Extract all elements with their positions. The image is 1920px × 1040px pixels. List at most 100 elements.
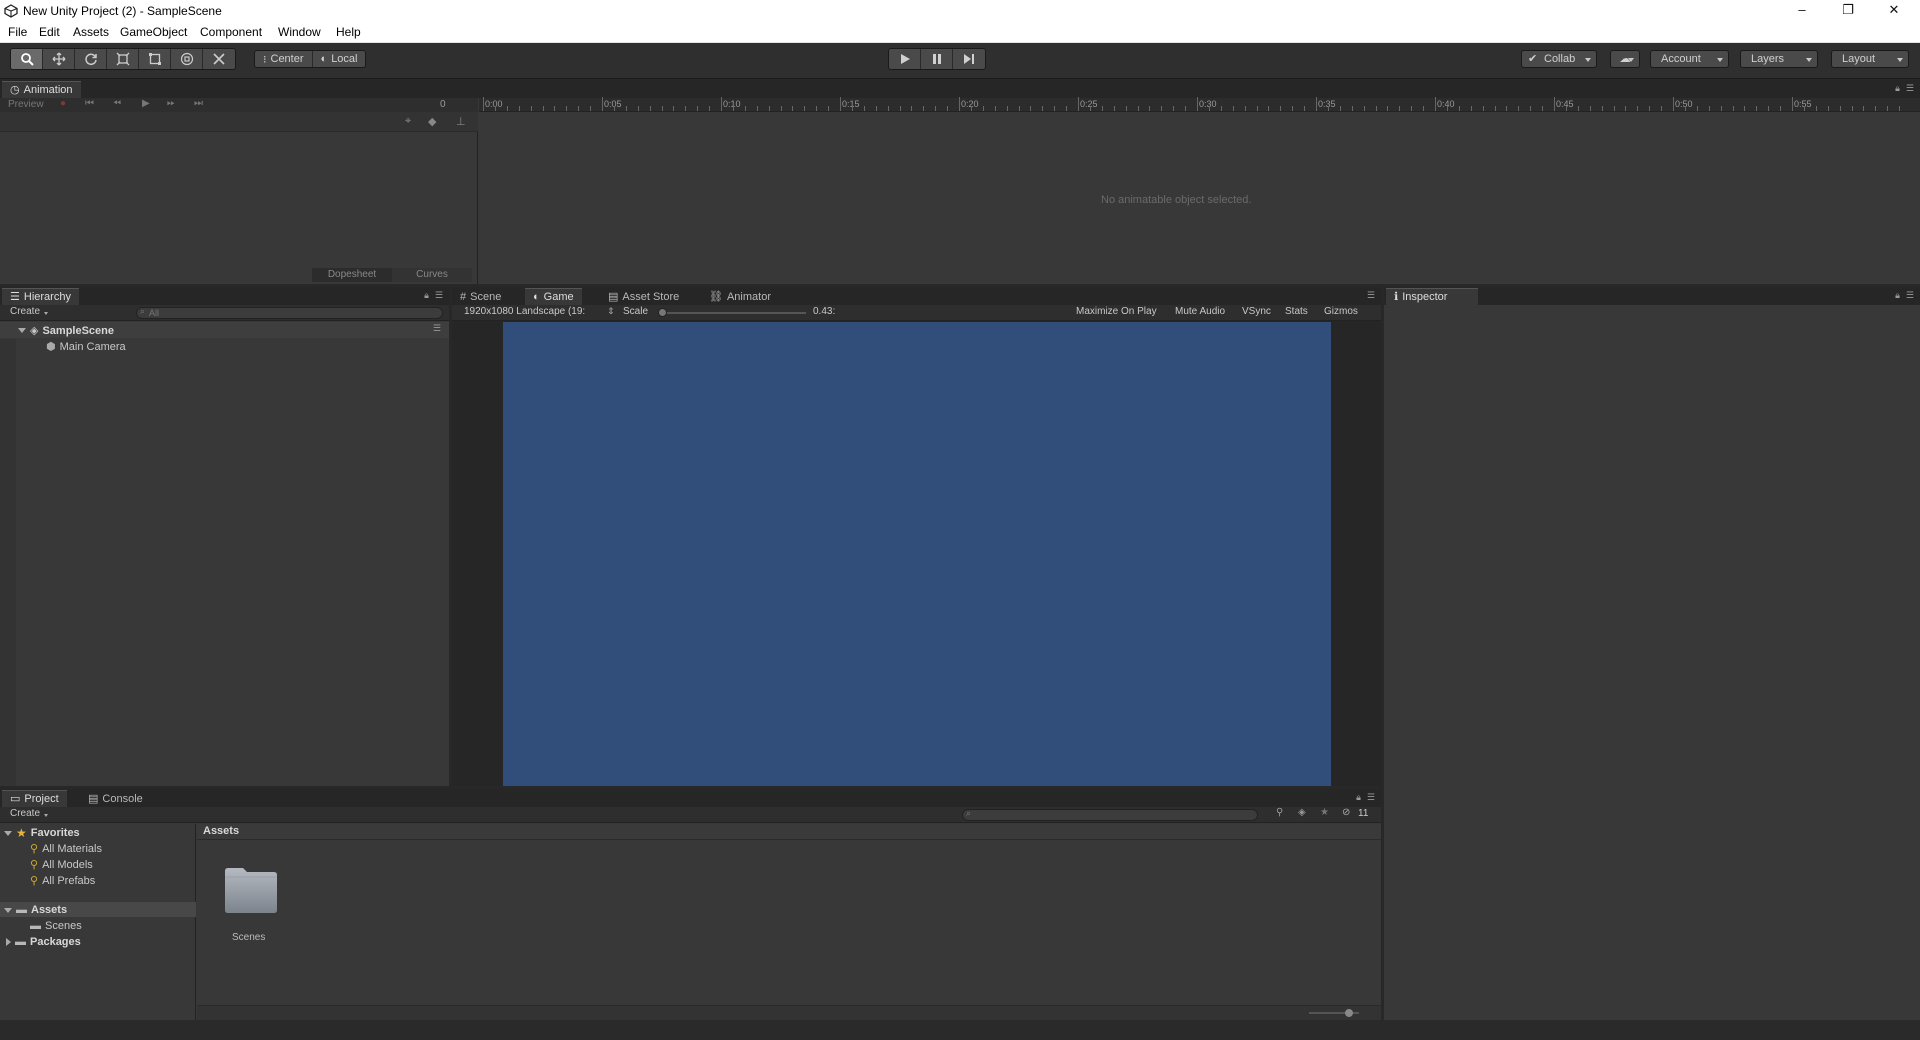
timeline-tick: [1149, 106, 1151, 111]
tab-scene[interactable]: # Scene: [452, 288, 509, 305]
hierarchy-item-main-camera[interactable]: ⬢ Main Camera: [46, 340, 126, 354]
add-event-icon[interactable]: ⊥: [456, 115, 466, 128]
tab-game[interactable]: ◐ Game: [525, 288, 582, 305]
menu-assets[interactable]: Assets: [73, 25, 109, 39]
next-key-icon[interactable]: ⏩︎: [167, 98, 175, 109]
scenes-folder-tile[interactable]: [223, 865, 279, 921]
collapse-arrow-icon[interactable]: [4, 830, 12, 836]
rotate-tool-button[interactable]: [75, 49, 107, 69]
transform-tool-button[interactable]: [171, 49, 203, 69]
vsync-toggle[interactable]: VSync: [1242, 306, 1271, 317]
favorites-all-models[interactable]: ⚲ All Models: [30, 858, 93, 872]
menu-file[interactable]: File: [8, 25, 27, 39]
check-icon: ✔: [1528, 53, 1538, 65]
packages-folder-item[interactable]: ▬ Packages: [6, 936, 81, 948]
tab-animator[interactable]: ⛓ Animator: [701, 288, 779, 305]
preview-toggle[interactable]: Preview: [8, 99, 44, 110]
hierarchy-panel-options[interactable]: 🔒︎ ☰: [424, 290, 443, 301]
play-button[interactable]: [889, 49, 921, 69]
move-tool-button[interactable]: [43, 49, 75, 69]
stats-toggle[interactable]: Stats: [1285, 306, 1308, 317]
scale-tool-button[interactable]: [107, 49, 139, 69]
favorites-all-materials[interactable]: ⚲ All Materials: [30, 842, 102, 856]
minimize-button[interactable]: –: [1780, 0, 1824, 22]
collab-dropdown[interactable]: ✔ Collab: [1521, 50, 1597, 68]
record-icon[interactable]: ●: [60, 98, 66, 109]
gizmos-dropdown[interactable]: Gizmos: [1324, 306, 1368, 317]
dopesheet-tab[interactable]: Dopesheet: [312, 268, 392, 282]
pivot-local-toggle[interactable]: ◐ Local: [313, 51, 366, 67]
hierarchy-search-input[interactable]: All: [136, 307, 443, 319]
favorites-item[interactable]: ★ Favorites: [4, 826, 80, 840]
tab-hierarchy[interactable]: ☰ Hierarchy: [2, 288, 79, 305]
favorite-star-icon[interactable]: ★: [1320, 807, 1329, 818]
first-key-icon[interactable]: ⏮: [85, 98, 94, 109]
filter-label-icon[interactable]: ◈: [1298, 807, 1306, 818]
timeline-tick: [1089, 106, 1091, 111]
rect-tool-button[interactable]: [139, 49, 171, 69]
favorites-all-prefabs[interactable]: ⚲ All Prefabs: [30, 874, 95, 888]
menu-edit[interactable]: Edit: [39, 25, 60, 39]
hierarchy-create-dropdown[interactable]: Create: [10, 306, 50, 317]
last-key-icon[interactable]: ⏭: [194, 98, 203, 109]
project-create-dropdown[interactable]: Create: [10, 808, 50, 819]
resolution-dropdown[interactable]: 1920x1080 Landscape (19:: [464, 306, 585, 317]
layout-dropdown[interactable]: Layout: [1831, 50, 1909, 68]
maximize-button[interactable]: ❐: [1826, 0, 1870, 22]
animation-panel-options[interactable]: 🔒︎ ☰: [1895, 83, 1914, 94]
collapse-arrow-icon[interactable]: [4, 907, 12, 913]
scene-menu-icon[interactable]: ☰: [433, 323, 441, 334]
close-button[interactable]: ✕: [1872, 0, 1916, 22]
menu-help[interactable]: Help: [336, 25, 361, 39]
menu-component[interactable]: Component: [200, 25, 262, 39]
inspector-panel-options[interactable]: 🔒︎ ☰: [1895, 290, 1914, 301]
tab-console[interactable]: ▤ Console: [80, 790, 151, 807]
scene-row[interactable]: ◈ SampleScene ☰: [0, 322, 449, 338]
pause-button[interactable]: [921, 49, 953, 69]
game-view-canvas[interactable]: [503, 322, 1331, 786]
cloud-button[interactable]: ☁: [1610, 50, 1640, 68]
filter-type-icon[interactable]: ⚲: [1276, 807, 1283, 818]
game-view-panel-options[interactable]: ☰: [1367, 290, 1375, 301]
status-bar: [0, 1020, 1920, 1040]
scale-slider-track[interactable]: [660, 312, 806, 314]
expand-arrow-icon[interactable]: [6, 938, 11, 946]
mute-audio-toggle[interactable]: Mute Audio: [1175, 306, 1225, 317]
maximize-on-play-toggle[interactable]: Maximize On Play: [1076, 306, 1157, 317]
layers-dropdown[interactable]: Layers: [1740, 50, 1818, 68]
tab-asset-store[interactable]: ▤ Asset Store: [600, 288, 687, 305]
collapse-arrow-icon[interactable]: [18, 328, 26, 333]
tab-inspector[interactable]: ℹ Inspector: [1386, 288, 1478, 305]
timeline-ruler[interactable]: 0:00 0:05 0:10 0:15 0:20 0:25 0:30 0:35 0:40 0:45…: [479, 97, 1920, 112]
menu-window[interactable]: Window: [278, 25, 321, 39]
scene-tree-item[interactable]: ◈ SampleScene: [18, 324, 114, 337]
pivot-center-toggle[interactable]: ⁝ Center: [255, 51, 313, 67]
unity-scene-icon: ◈: [30, 325, 39, 337]
rect-transform-icon: [148, 53, 161, 65]
frame-field[interactable]: 0: [440, 99, 446, 110]
scale-slider-thumb[interactable]: [658, 308, 667, 317]
account-dropdown[interactable]: Account: [1650, 50, 1729, 68]
add-keyframe-icon[interactable]: ◆: [428, 115, 436, 128]
timeline-tick: [1030, 106, 1032, 111]
project-search-input[interactable]: [962, 809, 1258, 821]
menu-gameobject[interactable]: GameObject: [120, 25, 187, 39]
all-materials-label: All Materials: [42, 842, 102, 855]
timeline-tick: [804, 106, 806, 111]
scenes-folder-item[interactable]: ▬ Scenes: [30, 920, 82, 932]
step-button[interactable]: [953, 49, 985, 69]
filter-keys-icon[interactable]: ⌖: [405, 115, 411, 128]
hand-tool-button[interactable]: [11, 49, 43, 69]
prev-key-icon[interactable]: ⏪︎: [113, 98, 121, 109]
breadcrumb[interactable]: Assets: [203, 825, 239, 837]
tab-project[interactable]: ▭ Project: [2, 790, 67, 807]
play-anim-icon[interactable]: ▶: [142, 98, 150, 109]
project-panel-options[interactable]: 🔒︎ ☰: [1356, 792, 1375, 803]
hidden-packages-icon[interactable]: ⊘: [1342, 807, 1350, 818]
custom-tool-button[interactable]: [203, 49, 235, 69]
project-panel: ▭ Project ▤ Console 🔒︎ ☰ Create ⌕ ⚲ ◈ ★ ⊘…: [0, 789, 1381, 1020]
tab-animation[interactable]: ◷ Animation: [2, 81, 81, 98]
icon-size-slider-thumb[interactable]: [1345, 1009, 1353, 1017]
assets-folder-item[interactable]: ▬ Assets: [4, 904, 67, 916]
curves-tab[interactable]: Curves: [392, 268, 472, 282]
